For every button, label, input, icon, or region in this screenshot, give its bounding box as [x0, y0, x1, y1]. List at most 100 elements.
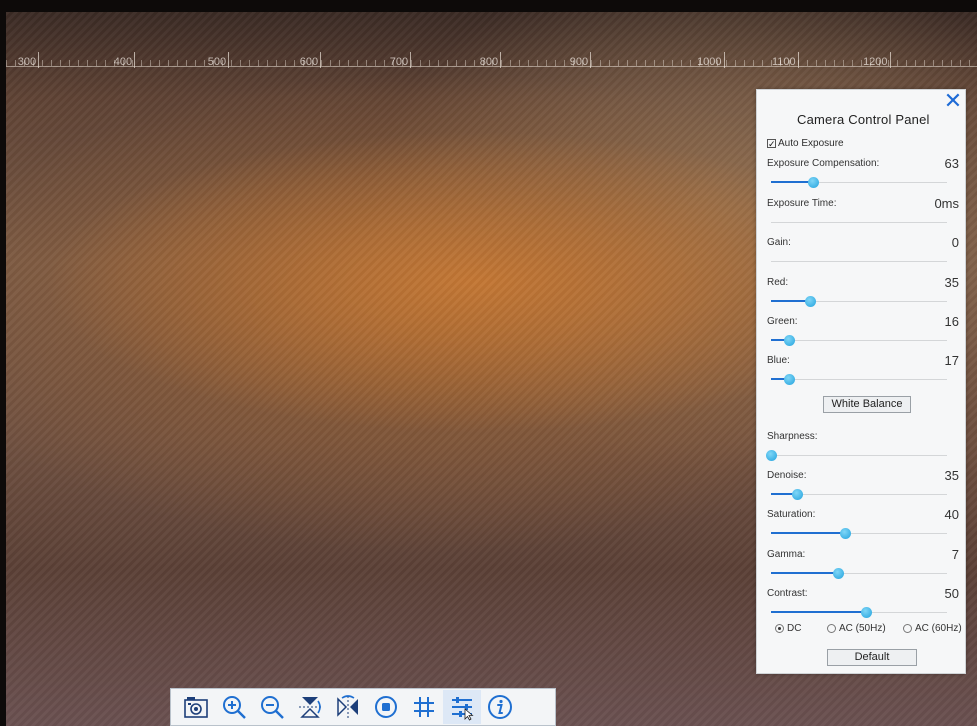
gain-slider[interactable]	[771, 255, 947, 267]
exposure-time-slider-track	[771, 222, 947, 223]
control-row-saturation: Saturation: 40	[767, 507, 959, 523]
ruler-major-tick	[38, 52, 39, 68]
radio-ac-60hz[interactable]: AC (60Hz)	[903, 623, 962, 634]
ruler-tick-label: 300	[17, 56, 37, 68]
settings-sliders-icon	[452, 697, 474, 721]
contrast-value: 50	[944, 586, 959, 601]
exposure-compensation-slider[interactable]	[771, 176, 947, 188]
record-icon	[375, 696, 397, 718]
record-button[interactable]	[367, 690, 405, 724]
denoise-value: 35	[944, 468, 959, 483]
ruler-tick-label: 800	[479, 56, 499, 68]
red-slider-knob[interactable]	[804, 296, 816, 307]
flip-vertical-button[interactable]	[291, 690, 329, 724]
green-slider-track	[771, 340, 947, 341]
blue-slider[interactable]	[771, 373, 947, 385]
gamma-slider-fill	[771, 572, 838, 574]
control-row-denoise: Denoise: 35	[767, 468, 959, 484]
saturation-slider[interactable]	[771, 527, 947, 539]
control-row-gamma: Gamma: 7	[767, 547, 959, 563]
control-row-sharpness: Sharpness:	[767, 429, 959, 445]
radio-dc-dot	[775, 624, 784, 633]
ruler-tick-label: 900	[569, 56, 589, 68]
saturation-value: 40	[944, 507, 959, 522]
blue-slider-track	[771, 379, 947, 380]
capture-button[interactable]	[177, 690, 215, 724]
camera-control-panel: Camera Control Panel ✕ ✓ Auto Exposure E…	[756, 89, 966, 674]
flip-horizontal-button[interactable]	[329, 690, 367, 724]
gamma-value: 7	[951, 547, 959, 562]
grid-button[interactable]	[405, 690, 443, 724]
ruler-major-tick	[724, 52, 725, 68]
radio-ac-50hz-dot	[827, 624, 836, 633]
ruler-tick-label: 1100	[771, 56, 796, 68]
sharpness-slider[interactable]	[766, 449, 947, 461]
exposure-compensation-slider-knob[interactable]	[808, 177, 820, 188]
radio-ac-50hz[interactable]: AC (50Hz)	[827, 623, 886, 634]
denoise-label: Denoise:	[767, 470, 807, 481]
flip-horizontal-icon	[337, 695, 358, 718]
ruler-major-tick	[134, 52, 135, 68]
contrast-label: Contrast:	[767, 588, 808, 599]
exposure-time-value: 0ms	[934, 196, 959, 211]
green-label: Green:	[767, 316, 798, 327]
ruler-major-tick	[890, 52, 891, 68]
contrast-slider-knob[interactable]	[861, 607, 873, 618]
auto-exposure-checkbox[interactable]: ✓ Auto Exposure	[767, 138, 844, 149]
green-slider-knob[interactable]	[783, 335, 795, 346]
control-row-exposure-compensation: Exposure Compensation: 63	[767, 156, 959, 172]
radio-ac-60hz-label: AC (60Hz)	[915, 623, 962, 634]
radio-ac-50hz-label: AC (50Hz)	[839, 623, 886, 634]
red-slider-fill	[771, 300, 810, 302]
gamma-label: Gamma:	[767, 549, 806, 560]
saturation-label: Saturation:	[767, 509, 816, 520]
ruler-major-tick	[798, 52, 799, 68]
camera-settings-button[interactable]	[443, 690, 481, 724]
saturation-slider-knob[interactable]	[839, 528, 851, 539]
ruler-tick-label: 1200	[863, 56, 888, 68]
zoom-out-button[interactable]	[253, 690, 291, 724]
grid-icon	[414, 697, 434, 717]
radio-dc-label: DC	[787, 623, 802, 634]
zoom-out-icon	[261, 696, 284, 719]
exposure-compensation-label: Exposure Compensation:	[767, 158, 880, 169]
ruler-major-tick	[590, 52, 591, 68]
gain-label: Gain:	[767, 237, 791, 248]
denoise-slider-knob[interactable]	[792, 489, 804, 500]
exposure-time-label: Exposure Time:	[767, 198, 837, 209]
denoise-slider[interactable]	[771, 488, 947, 500]
contrast-slider-fill	[771, 611, 867, 613]
green-slider[interactable]	[771, 334, 947, 346]
red-value: 35	[944, 275, 959, 290]
control-row-red: Red: 35	[767, 275, 959, 291]
ruler-tick-label: 1000	[697, 56, 722, 68]
contrast-slider[interactable]	[771, 606, 947, 618]
white-balance-button[interactable]: White Balance	[823, 396, 911, 413]
measurement-ruler: 300 400 500 600 700 800 900 1000 1100 1200	[6, 50, 977, 82]
control-row-gain: Gain: 0	[767, 235, 959, 251]
auto-exposure-label: Auto Exposure	[778, 138, 844, 149]
close-icon[interactable]: ✕	[942, 90, 964, 112]
red-slider[interactable]	[771, 295, 947, 307]
default-button[interactable]: Default	[827, 649, 917, 666]
gamma-slider[interactable]	[771, 567, 947, 579]
info-button[interactable]	[481, 690, 519, 724]
radio-dc[interactable]: DC	[775, 623, 801, 634]
sharpness-label: Sharpness:	[767, 431, 818, 442]
blue-slider-knob[interactable]	[783, 374, 795, 385]
exposure-time-slider[interactable]	[771, 216, 947, 228]
sharpness-slider-knob[interactable]	[766, 450, 777, 461]
exposure-compensation-value: 63	[944, 156, 959, 171]
panel-title: Camera Control Panel	[797, 112, 930, 127]
control-row-exposure-time: Exposure Time: 0ms	[767, 196, 959, 212]
zoom-in-icon	[223, 696, 246, 719]
sharpness-slider-track	[771, 455, 947, 456]
flip-vertical-icon	[299, 697, 321, 718]
ruler-tick-label: 700	[389, 56, 409, 68]
zoom-in-button[interactable]	[215, 690, 253, 724]
radio-ac-60hz-dot	[903, 624, 912, 633]
ruler-tick-label: 500	[207, 56, 227, 68]
gamma-slider-knob[interactable]	[832, 568, 844, 579]
ruler-tick-label: 400	[113, 56, 133, 68]
red-label: Red:	[767, 277, 789, 288]
